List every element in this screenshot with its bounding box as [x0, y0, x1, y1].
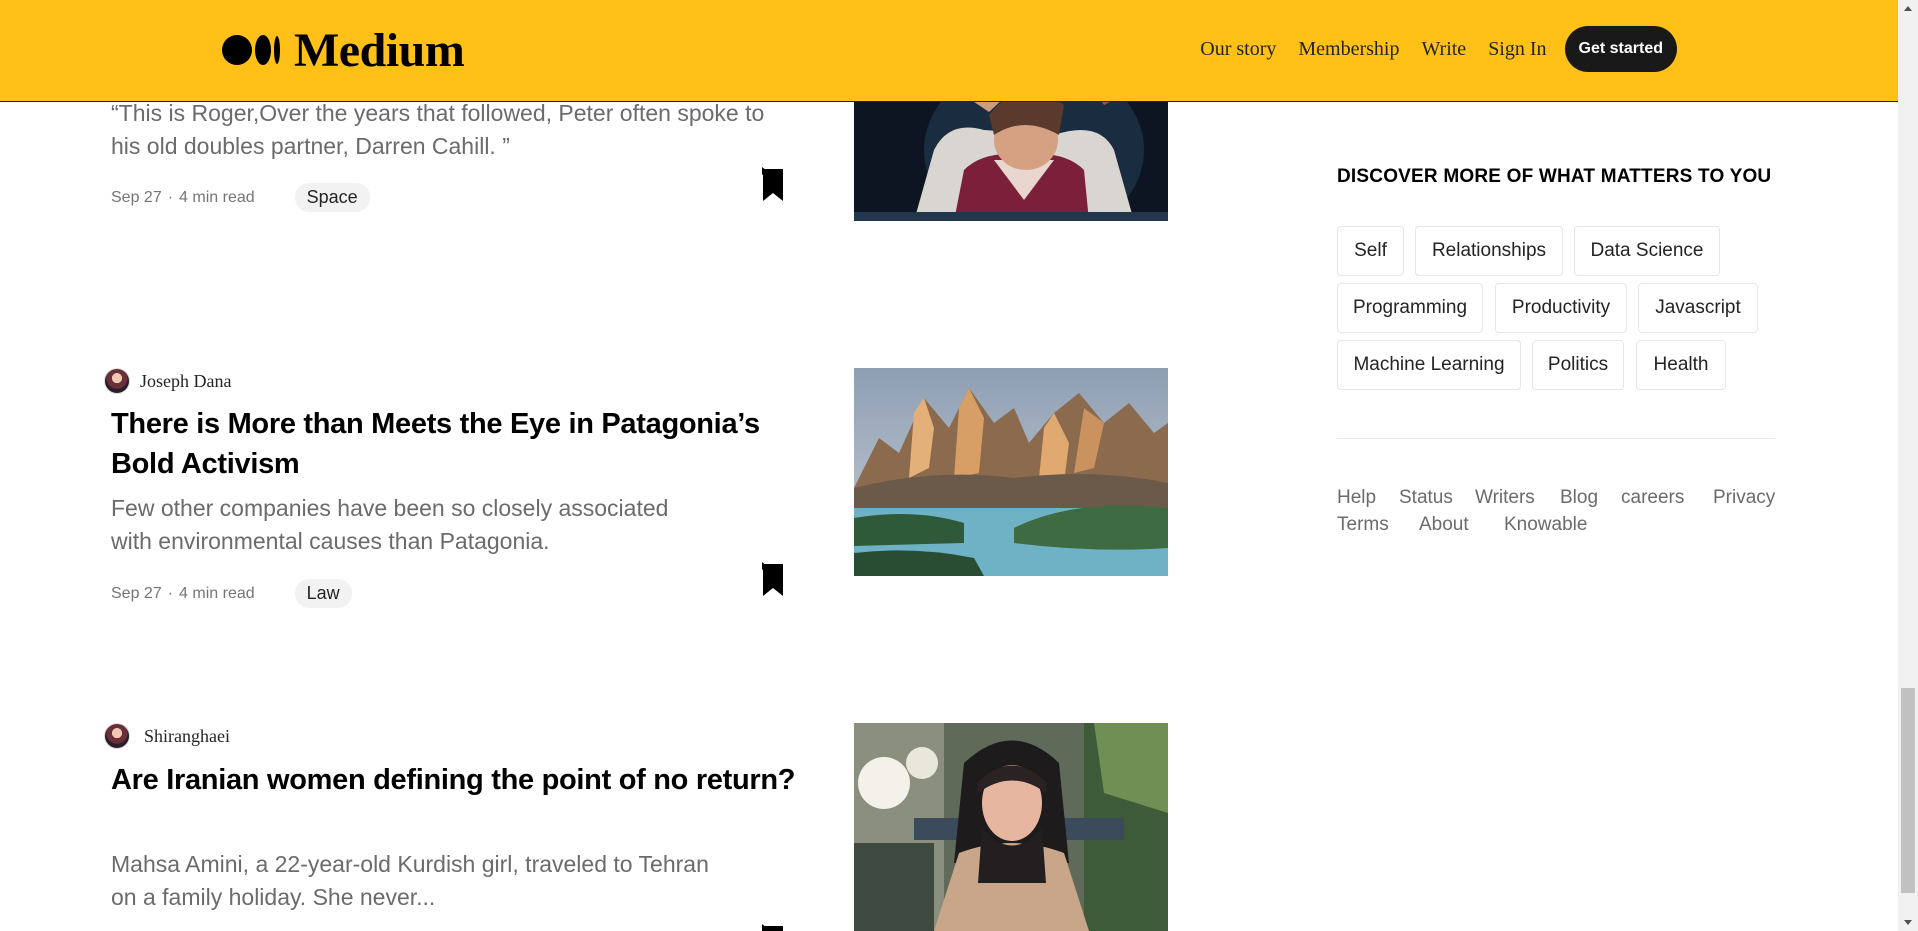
- nav-sign-in-link[interactable]: Sign In: [1488, 38, 1546, 61]
- nav-membership-link[interactable]: Membership: [1298, 38, 1399, 61]
- sidebar-divider: [1337, 438, 1775, 439]
- topic-javascript[interactable]: Javascript: [1638, 283, 1758, 333]
- page-scrollbar[interactable]: [1898, 0, 1918, 931]
- footer-writers-link[interactable]: Writers: [1475, 487, 1535, 509]
- bookmark-icon[interactable]: [761, 562, 785, 598]
- scrollbar-thumb[interactable]: [1901, 688, 1915, 893]
- article-feed: “This is Roger,Over the years that follo…: [0, 0, 1200, 931]
- article-thumbnail-patagonia[interactable]: [854, 368, 1168, 576]
- author-name: Shiranghaei: [144, 725, 230, 746]
- article-date: Sep 27: [111, 584, 162, 602]
- topic-relationships[interactable]: Relationships: [1415, 226, 1563, 276]
- meta-separator: ·: [167, 584, 174, 602]
- footer-privacy-link[interactable]: Privacy: [1713, 487, 1775, 509]
- article-meta: Sep 27 · 4 min read Law: [111, 579, 352, 608]
- article-title[interactable]: There is More than Meets the Eye in Pata…: [111, 404, 811, 484]
- topic-politics[interactable]: Politics: [1532, 340, 1624, 390]
- footer-careers-link[interactable]: careers: [1621, 487, 1684, 509]
- nav-our-story-link[interactable]: Our story: [1200, 38, 1276, 61]
- get-started-button[interactable]: Get started: [1564, 26, 1677, 72]
- topic-productivity[interactable]: Productivity: [1495, 283, 1627, 333]
- chevron-up-icon[interactable]: [1898, 0, 1918, 17]
- article-author[interactable]: Shiranghaei: [104, 723, 230, 749]
- topic-machine-learning[interactable]: Machine Learning: [1337, 340, 1521, 390]
- article-card[interactable]: Shiranghaei Are Iranian women defining t…: [104, 720, 1169, 931]
- topic-self[interactable]: Self: [1337, 226, 1404, 276]
- right-sidebar: DISCOVER MORE OF WHAT MATTERS TO YOU Sel…: [1337, 0, 1777, 931]
- header-nav: Our story Membership Write Sign In Get s…: [1178, 26, 1677, 72]
- nav-write-link[interactable]: Write: [1421, 38, 1466, 61]
- logo-text: Medium: [294, 23, 465, 77]
- article-read-time: 4 min read: [179, 584, 255, 602]
- article-date: Sep 27: [111, 188, 162, 206]
- medium-logo[interactable]: Medium: [222, 22, 465, 78]
- topic-data-science[interactable]: Data Science: [1574, 226, 1720, 276]
- article-subtitle: Few other companies have been so closely…: [111, 495, 669, 554]
- article-author[interactable]: Joseph Dana: [104, 368, 231, 394]
- article-card[interactable]: Joseph Dana There is More than Meets the…: [104, 364, 1169, 624]
- footer-help-link[interactable]: Help: [1337, 487, 1376, 509]
- article-meta: Sep 27 · 4 min read Space: [111, 183, 370, 212]
- article-subtitle: “This is Roger,Over the years that follo…: [111, 100, 765, 159]
- article-thumbnail-portrait[interactable]: [854, 723, 1168, 931]
- article-tag[interactable]: Space: [294, 183, 370, 212]
- article-title[interactable]: Are Iranian women defining the point of …: [111, 760, 811, 800]
- footer-blog-link[interactable]: Blog: [1560, 487, 1598, 509]
- article-subtitle: Mahsa Amini, a 22-year-old Kurdish girl,…: [111, 851, 709, 910]
- topic-programming[interactable]: Programming: [1337, 283, 1483, 333]
- meta-separator: ·: [167, 188, 174, 206]
- author-avatar: [104, 368, 130, 394]
- bookmark-icon[interactable]: [761, 924, 785, 931]
- chevron-down-icon[interactable]: [1898, 914, 1918, 931]
- author-avatar: [104, 723, 130, 749]
- topic-health[interactable]: Health: [1636, 340, 1726, 390]
- discover-heading: DISCOVER MORE OF WHAT MATTERS TO YOU: [1337, 166, 1772, 187]
- bookmark-icon[interactable]: [761, 167, 785, 203]
- top-navbar: Medium Our story Membership Write Sign I…: [0, 0, 1898, 102]
- footer-terms-link[interactable]: Terms: [1337, 514, 1389, 536]
- article-tag[interactable]: Law: [294, 579, 352, 608]
- footer-about-link[interactable]: About: [1419, 514, 1469, 536]
- footer-knowable-link[interactable]: Knowable: [1504, 514, 1587, 536]
- medium-logo-icon: [222, 35, 280, 65]
- footer-status-link[interactable]: Status: [1399, 487, 1453, 509]
- author-name: Joseph Dana: [140, 370, 232, 391]
- article-read-time: 4 min read: [179, 188, 255, 206]
